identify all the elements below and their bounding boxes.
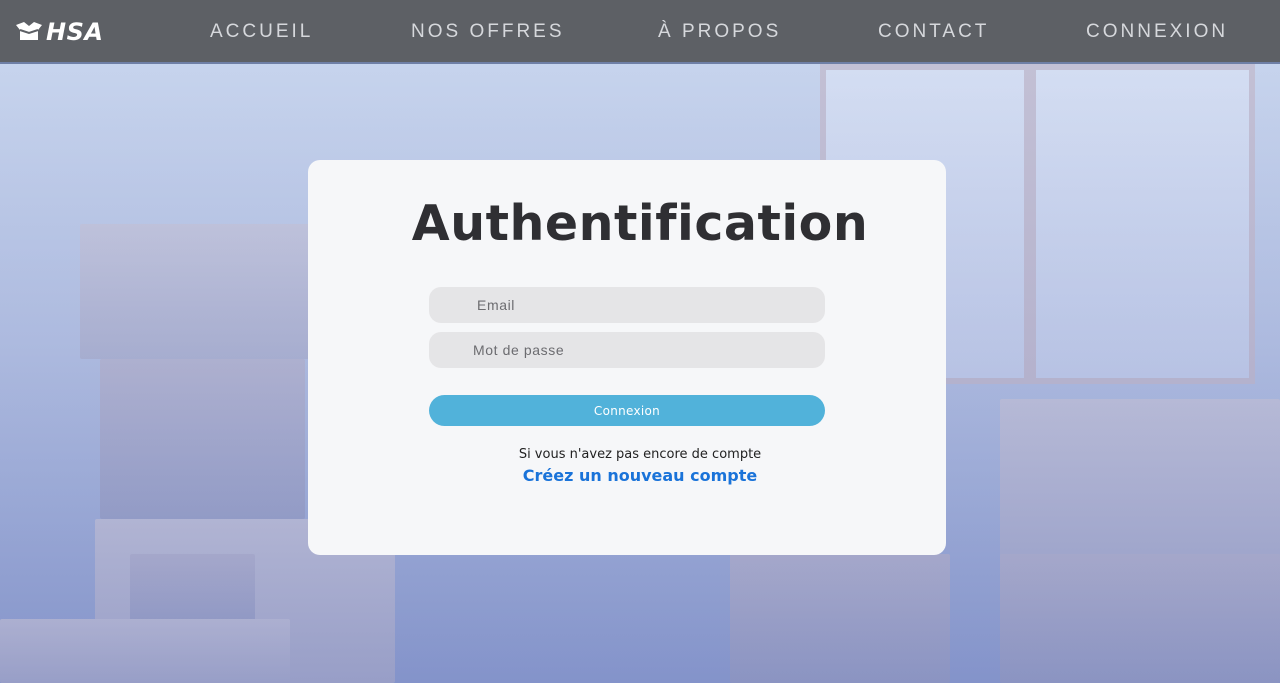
box-icon bbox=[14, 21, 44, 43]
brand-logo[interactable]: HSA bbox=[14, 18, 103, 46]
nav-item-accueil[interactable]: ACCUEIL bbox=[210, 21, 313, 43]
login-button[interactable]: Connexion bbox=[429, 395, 825, 426]
nav-item-connexion[interactable]: CONNEXION bbox=[1086, 21, 1228, 43]
no-account-hint: Si vous n'avez pas encore de compte bbox=[518, 447, 762, 462]
password-field[interactable] bbox=[429, 332, 825, 368]
nav-item-a-propos[interactable]: À PROPOS bbox=[658, 21, 781, 43]
top-navbar: HSA ACCUEIL NOS OFFRES À PROPOS CONTACT … bbox=[0, 0, 1280, 64]
page-title: Authentification bbox=[411, 195, 869, 252]
email-field[interactable] bbox=[429, 287, 825, 323]
brand-name: HSA bbox=[46, 18, 104, 46]
nav-item-nos-offres[interactable]: NOS OFFRES bbox=[411, 21, 565, 43]
nav-item-contact[interactable]: CONTACT bbox=[878, 21, 989, 43]
create-account-link[interactable]: Créez un nouveau compte bbox=[0, 466, 1280, 485]
